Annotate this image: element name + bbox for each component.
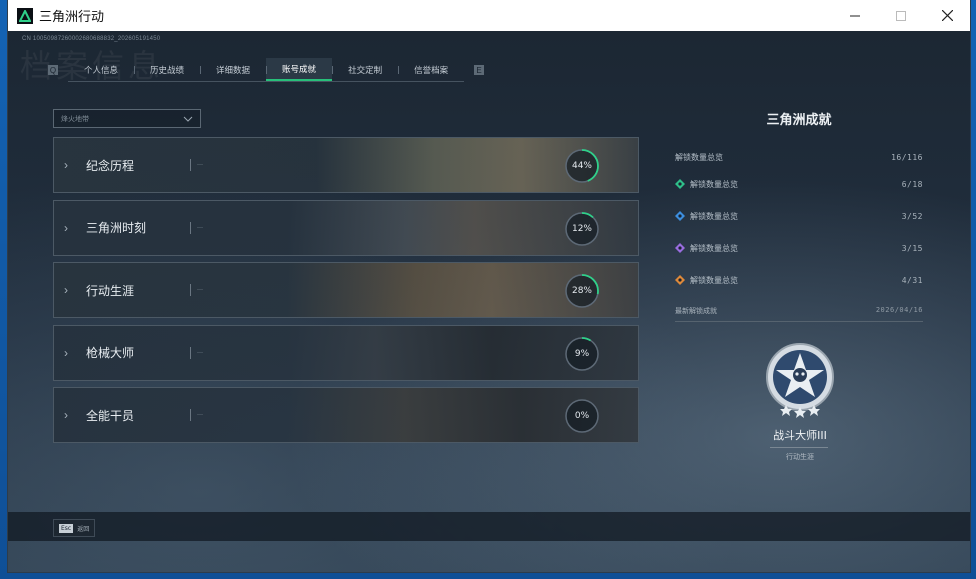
progress-ring: 9% [564,336,600,372]
chevron-right-icon: › [64,220,68,235]
tier-value: 6/18 [901,179,923,189]
tab-3[interactable]: 账号成就 [266,58,333,81]
tab-4[interactable]: 社交定制 [332,58,398,81]
badge-name: 战斗大师III [773,429,827,442]
category-title: 枪械大师 [86,346,135,361]
card-divider [190,346,191,359]
achievement-category-card[interactable]: › 全能干员 — 0% [53,387,639,444]
maximize-button[interactable] [878,0,924,31]
card-dash: — [197,162,203,168]
tab-5[interactable]: 信誉档案 [398,58,464,81]
tab-0[interactable]: 个人信息 [68,58,134,81]
chevron-right-icon: › [64,408,68,423]
chevron-right-icon: › [64,158,68,172]
close-button[interactable] [924,0,970,31]
nav-next-key[interactable]: E [474,65,485,75]
tier-label: 解锁数量总览 [690,275,738,285]
filter-value: 烽火地带 [61,114,89,123]
achievement-category-list: › 纪念历程 — 44% › 三角洲时刻 — 12% › 行动生涯 — 28% › 枪械大师 — 9% › 全能干… [53,137,639,450]
tab-1[interactable]: 历史战绩 [134,58,200,81]
progress-percent: 28% [571,286,592,297]
back-button[interactable]: Esc 返回 [53,519,96,537]
category-title: 三角洲时刻 [86,221,147,236]
blue-tier-icon [675,211,685,221]
card-divider [190,409,191,422]
category-title: 行动生涯 [86,283,135,298]
tab-2[interactable]: 详细数据 [200,58,266,81]
window-title: 三角洲行动 [39,10,105,25]
tier-stat-row: 解锁数量总览 3/52 [675,200,923,232]
progress-ring: 28% [564,273,600,309]
achievement-category-card[interactable]: › 枪械大师 — 9% [53,324,639,381]
tier-stat-row: 解锁数量总览 6/18 [675,168,923,200]
tab-navigation: Q 个人信息 历史战绩 详细数据 账号成就 社交定制 信誉档案 E [48,58,485,82]
tier-label-group: 解锁数量总览 [675,275,738,286]
category-title: 纪念历程 [86,158,135,173]
minimize-icon [850,15,860,16]
latest-date: 2026/04/16 [875,306,923,314]
chevron-right-icon: › [64,345,68,360]
chevron-right-icon: › [64,283,68,298]
total-value: 16/116 [891,152,923,162]
esc-key-label: Esc [59,523,74,533]
card-divider [190,159,191,171]
card-dash: — [197,349,203,356]
purple-tier-icon [675,243,685,253]
progress-ring: 0% [564,398,600,434]
maximize-icon [896,10,906,21]
mode-filter-dropdown[interactable]: 烽火地带 [53,109,201,128]
title-bar: 三角洲行动 [8,0,970,31]
tier-label: 解锁数量总览 [690,179,738,189]
badge-divider [770,447,828,448]
nav-prev-key[interactable]: Q [48,65,58,75]
progress-percent: 9% [574,348,590,359]
back-label: 返回 [77,525,90,533]
tier-label-group: 解锁数量总览 [675,243,738,254]
achievement-category-card[interactable]: › 行动生涯 — 28% [53,262,639,319]
category-title: 全能干员 [86,408,135,423]
build-id: CN 10050987260002680688832_202605191450 [22,36,161,42]
bottom-bar [8,512,970,541]
tier-label: 解锁数量总览 [690,211,738,221]
latest-unlocked-header: 最新解锁成就 2026/04/16 [675,306,923,322]
green-tier-icon [675,179,685,189]
tier-value: 3/52 [901,211,923,221]
achievement-category-card[interactable]: › 三角洲时刻 — 12% [53,199,639,256]
card-divider [190,221,191,234]
chevron-down-icon [183,116,193,122]
latest-label: 最新解锁成就 [675,307,717,315]
achievement-category-card[interactable]: › 纪念历程 — 44% [53,137,639,193]
card-dash: — [197,412,203,419]
summary-title: 三角洲成就 [766,113,832,128]
progress-ring: 44% [564,148,600,184]
tab-list: 个人信息 历史战绩 详细数据 账号成就 社交定制 信誉档案 [68,58,465,82]
progress-percent: 0% [574,411,590,422]
app-window: 三角洲行动 档案信息 CN 10050987260002680688832_20… [8,0,970,572]
card-dash: — [197,287,203,294]
badge-category: 行动生涯 [786,453,814,461]
progress-percent: 44% [571,161,592,171]
total-unlocked-row: 解锁数量总览 16/116 [675,146,923,168]
tier-value: 4/31 [901,275,923,285]
tier-label-group: 解锁数量总览 [675,179,738,190]
game-content: 档案信息 CN 10050987260002680688832_20260519… [8,31,970,572]
progress-percent: 12% [571,223,592,234]
total-label: 解锁数量总览 [675,152,723,162]
minimize-button[interactable] [832,0,878,31]
tier-value: 3/15 [901,243,923,253]
card-divider [190,284,191,297]
tier-stat-row: 解锁数量总览 3/15 [675,232,923,264]
tier-stat-row: 解锁数量总览 4/31 [675,264,923,296]
card-dash: — [197,224,203,231]
app-logo-icon [17,7,33,24]
tier-label-group: 解锁数量总览 [675,211,738,222]
skull-star-medal-icon[interactable] [764,337,836,419]
achievement-summary-panel: 三角洲成就 解锁数量总览 16/116 解锁数量总览 6/18 解锁数量总览 3/52… [675,109,923,322]
tier-label: 解锁数量总览 [690,243,738,253]
progress-ring: 12% [564,211,600,247]
close-icon [941,10,953,21]
orange-tier-icon [675,275,685,285]
tier-stats: 解锁数量总览 6/18 解锁数量总览 3/52 解锁数量总览 3/15 解锁数量总览 4/31 [675,168,923,296]
